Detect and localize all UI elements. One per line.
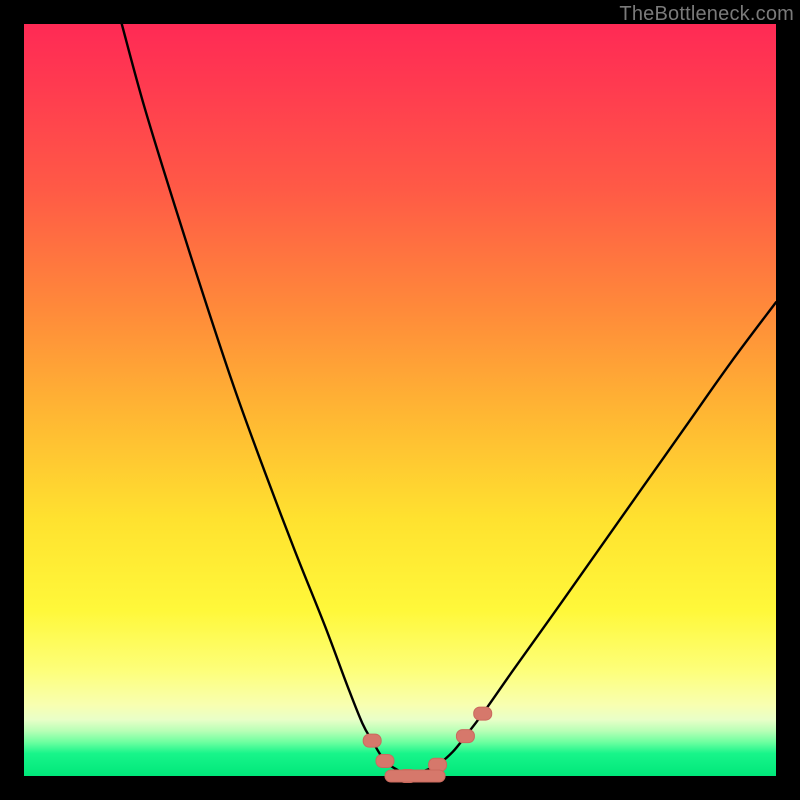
curve-marker bbox=[429, 758, 447, 771]
curve-left-branch bbox=[122, 24, 408, 776]
curve-trough-bar bbox=[385, 770, 445, 782]
curve-marker bbox=[376, 754, 394, 767]
curve-markers bbox=[363, 707, 492, 782]
curve-marker bbox=[456, 730, 474, 743]
curve-right-branch bbox=[408, 302, 776, 776]
bottleneck-curve bbox=[24, 24, 776, 776]
curve-marker bbox=[363, 734, 381, 747]
watermark-text: TheBottleneck.com bbox=[619, 3, 794, 26]
curve-marker bbox=[474, 707, 492, 720]
plot-area bbox=[24, 24, 776, 776]
chart-frame: TheBottleneck.com bbox=[0, 0, 800, 800]
